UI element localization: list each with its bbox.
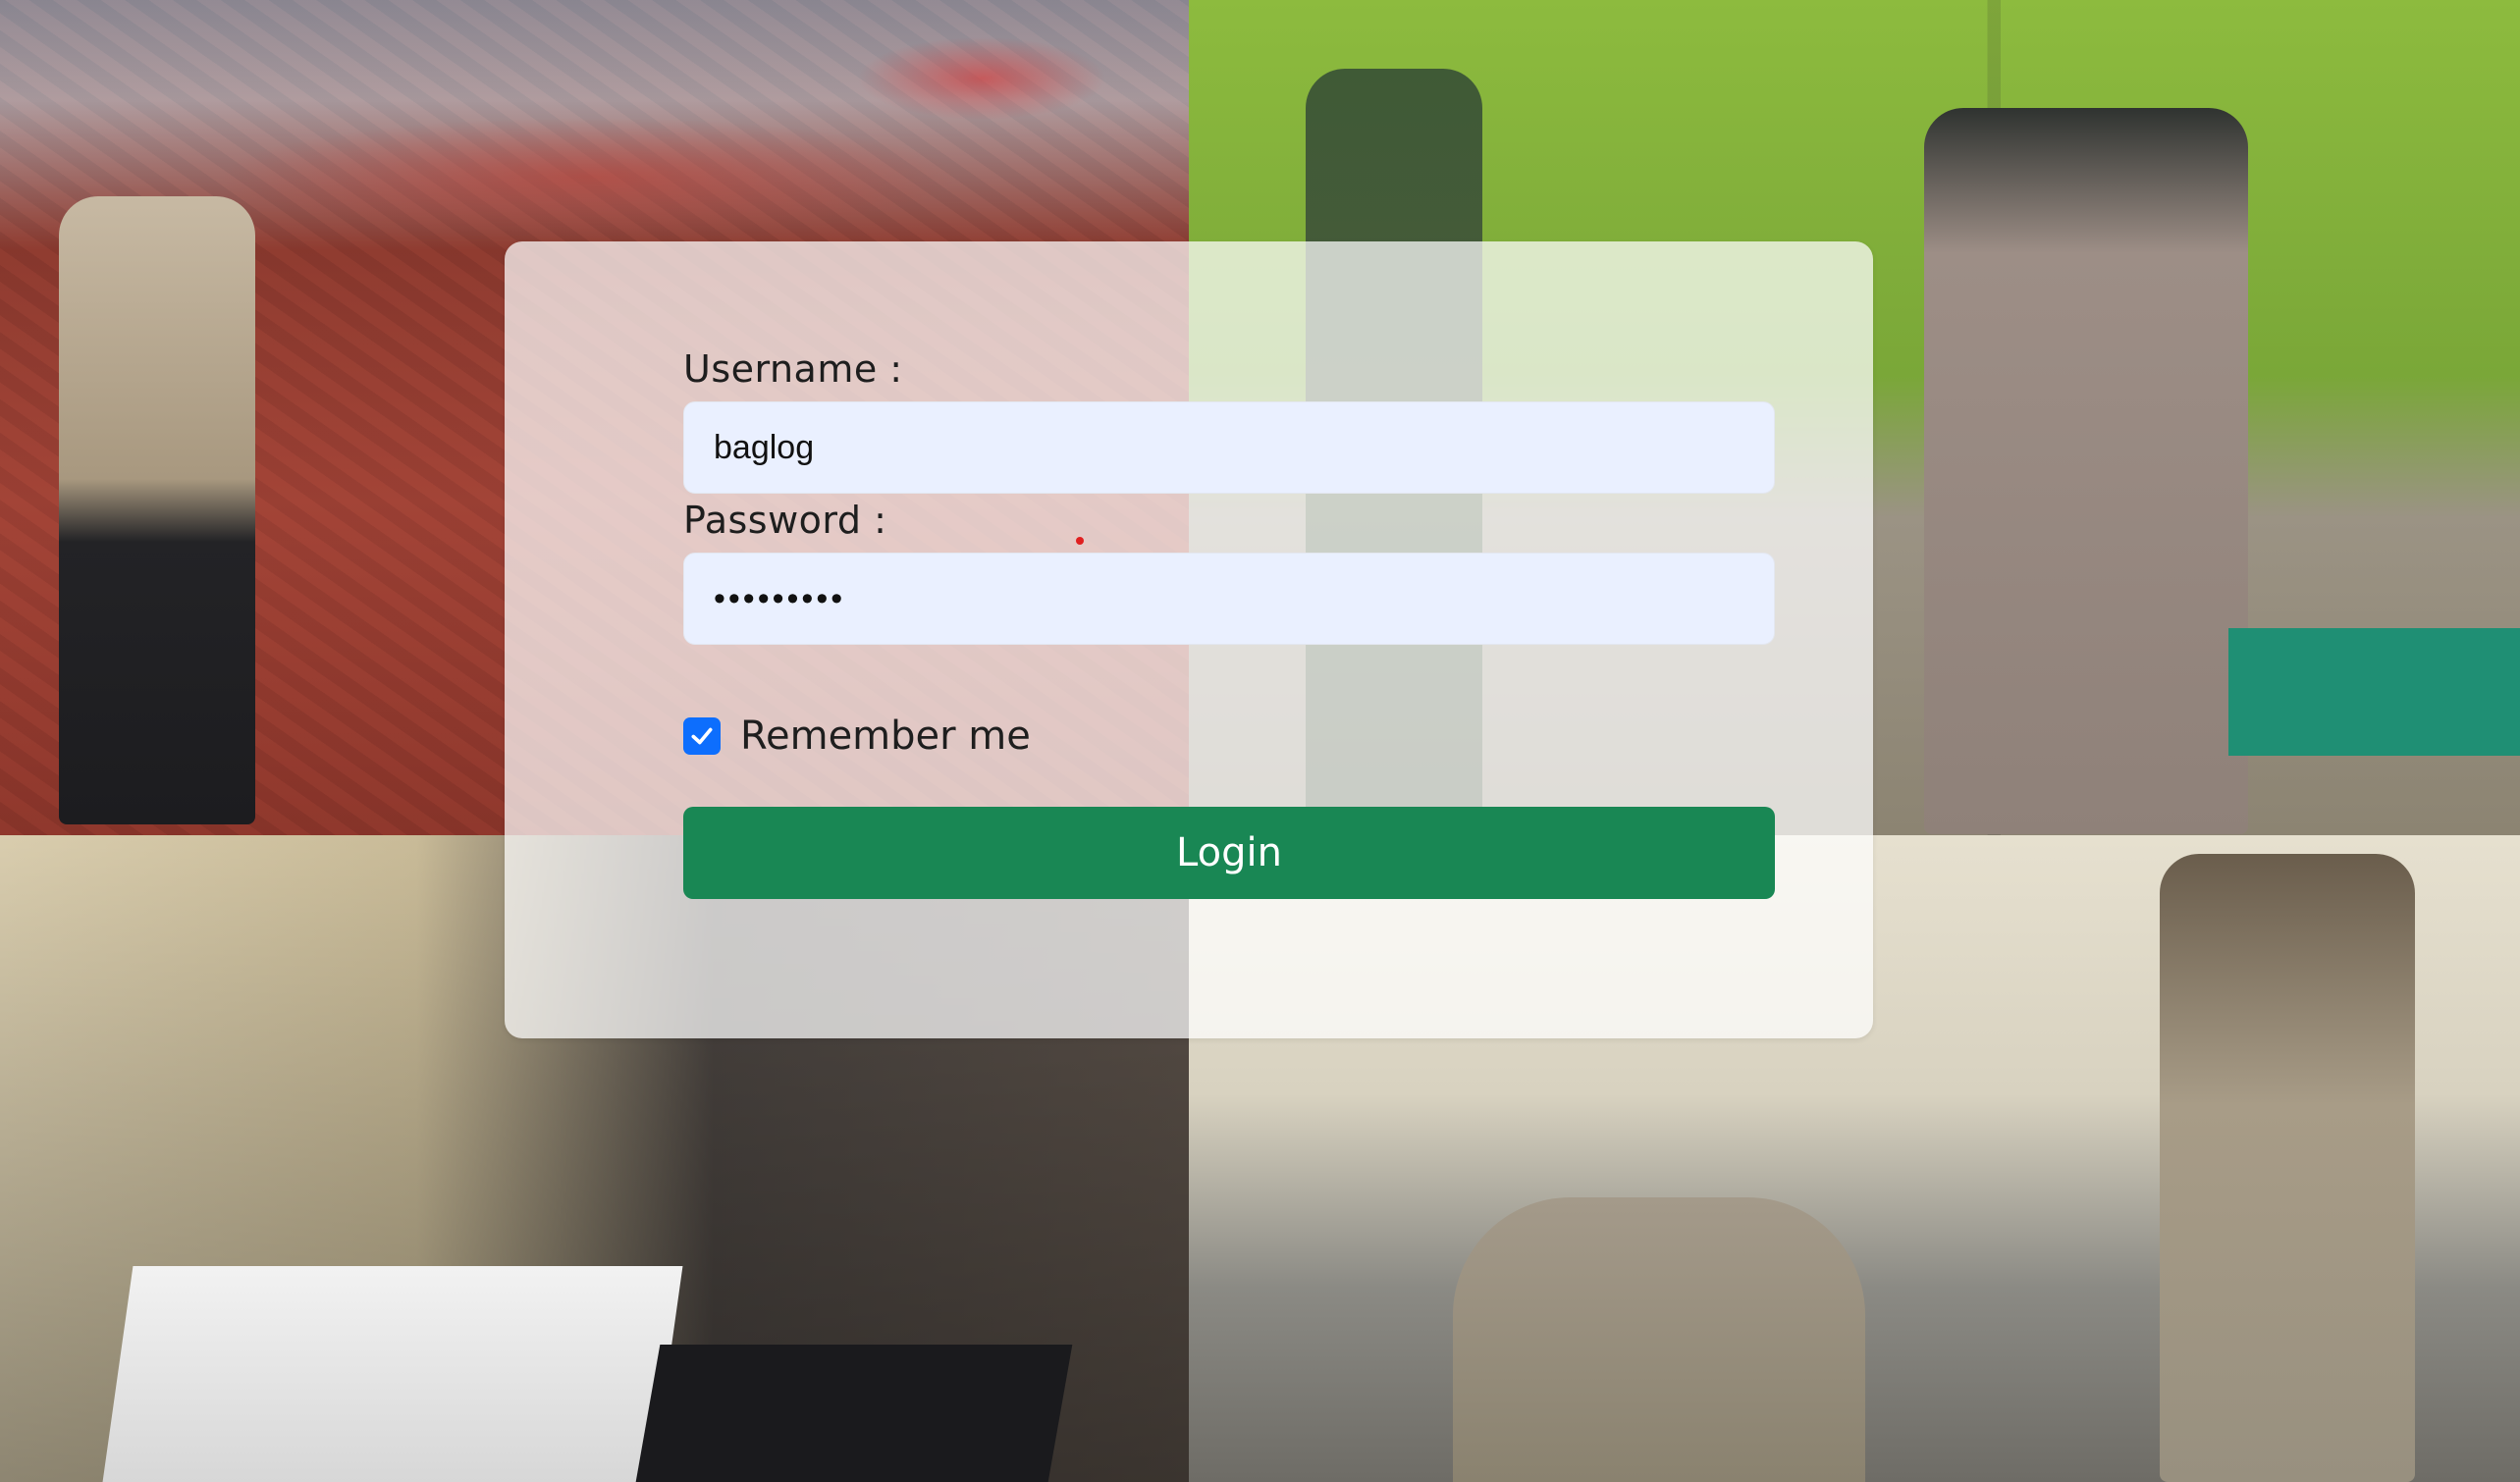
username-label: Username :: [683, 347, 903, 391]
login-button[interactable]: Login: [683, 807, 1775, 899]
remember-me-checkbox[interactable]: [683, 717, 721, 755]
remember-me-label: Remember me: [740, 714, 1031, 759]
remember-me-row[interactable]: Remember me: [683, 711, 1031, 762]
login-page: Username : Password : Remember me Login: [0, 0, 2520, 1482]
cursor-dot: [1076, 537, 1084, 545]
officer-figure: [59, 196, 255, 824]
password-label: Password :: [683, 499, 887, 542]
checkmark-icon: [691, 727, 713, 745]
laptop: [635, 1345, 1073, 1482]
standing-officer-figure: [2160, 854, 2415, 1482]
password-input[interactable]: [683, 553, 1775, 645]
range-table: [2228, 628, 2520, 756]
seated-officer-figure: [1453, 1197, 1865, 1482]
login-card: Username : Password : Remember me Login: [505, 241, 1873, 1038]
office-papers: [102, 1266, 683, 1482]
shooter-figure: [1924, 108, 2248, 834]
username-input[interactable]: [683, 401, 1775, 494]
